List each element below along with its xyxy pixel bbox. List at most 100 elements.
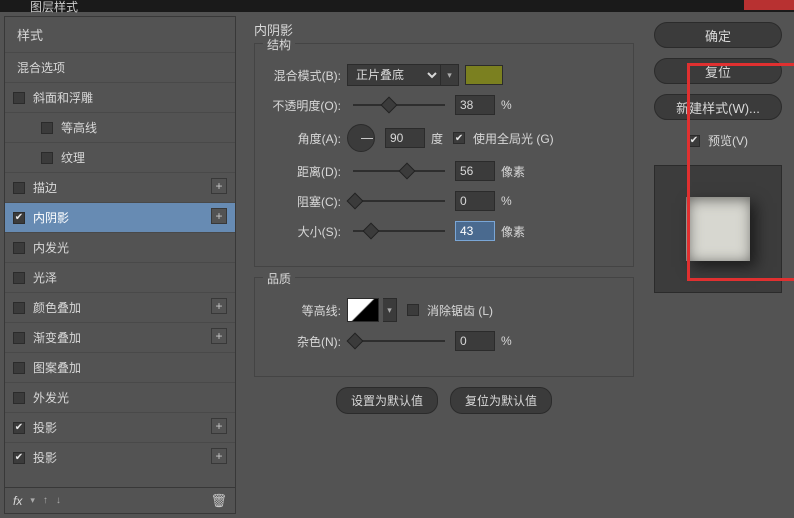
move-down-icon[interactable]: ↓ — [56, 495, 61, 506]
style-checkbox[interactable] — [13, 332, 25, 344]
sidebar-item-4[interactable]: 内阴影 + — [5, 202, 235, 232]
global-light-checkbox[interactable] — [453, 132, 465, 144]
sidebar-item-label: 颜色叠加 — [33, 299, 81, 316]
style-checkbox[interactable] — [13, 452, 25, 464]
choke-label: 阻塞(C): — [265, 193, 347, 210]
opacity-input[interactable] — [455, 95, 495, 115]
add-effect-icon[interactable]: + — [211, 298, 227, 314]
reset-default-button[interactable]: 复位为默认值 — [450, 387, 552, 414]
sidebar-item-6[interactable]: 光泽 — [5, 262, 235, 292]
style-checkbox[interactable] — [13, 302, 25, 314]
angle-label: 角度(A): — [265, 130, 347, 147]
sidebar-item-label: 外发光 — [33, 389, 69, 406]
sidebar-item-3[interactable]: 描边 + — [5, 172, 235, 202]
distance-unit: 像素 — [501, 163, 525, 180]
distance-slider[interactable] — [353, 170, 445, 172]
new-style-button[interactable]: 新建样式(W)... — [654, 94, 782, 120]
style-checkbox[interactable] — [13, 182, 25, 194]
style-checkbox[interactable] — [13, 392, 25, 404]
opacity-unit: % — [501, 98, 512, 112]
size-unit: 像素 — [501, 223, 525, 240]
add-effect-icon[interactable]: + — [211, 418, 227, 434]
sidebar-item-label: 渐变叠加 — [33, 329, 81, 346]
sidebar-item-label: 图案叠加 — [33, 359, 81, 376]
quality-group: 品质 等高线: ▾ 消除锯齿 (L) 杂色(N): % — [254, 277, 634, 377]
sidebar-item-9[interactable]: 图案叠加 — [5, 352, 235, 382]
sidebar-item-label: 描边 — [33, 179, 57, 196]
angle-unit: 度 — [431, 130, 443, 147]
panel-title: 内阴影 — [254, 20, 634, 39]
opacity-slider[interactable] — [353, 104, 445, 106]
sidebar-item-label: 内阴影 — [33, 209, 69, 226]
blend-mode-select[interactable]: 正片叠底 — [347, 64, 441, 86]
choke-input[interactable] — [455, 191, 495, 211]
sidebar-item-7[interactable]: 颜色叠加 + — [5, 292, 235, 322]
noise-label: 杂色(N): — [265, 333, 347, 350]
style-checkbox[interactable] — [13, 272, 25, 284]
styles-sidebar: 样式 混合选项 斜面和浮雕等高线纹理描边 + 内阴影 + 内发光光泽颜色叠加 + 渐变叠加 +… — [4, 16, 236, 514]
distance-input[interactable] — [455, 161, 495, 181]
sidebar-item-label: 斜面和浮雕 — [33, 89, 93, 106]
sidebar-item-5[interactable]: 内发光 — [5, 232, 235, 262]
size-input[interactable] — [455, 221, 495, 241]
close-icon[interactable] — [744, 0, 794, 10]
sidebar-item-label: 纹理 — [61, 149, 85, 166]
style-checkbox[interactable] — [13, 92, 25, 104]
sidebar-item-2[interactable]: 纹理 — [5, 142, 235, 172]
ok-button[interactable]: 确定 — [654, 22, 782, 48]
sidebar-footer: fx ▾ ↑ ↓ 🗑 — [5, 487, 235, 513]
style-checkbox[interactable] — [41, 122, 53, 134]
style-checkbox[interactable] — [13, 212, 25, 224]
sidebar-item-8[interactable]: 渐变叠加 + — [5, 322, 235, 352]
chevron-down-icon[interactable]: ▾ — [441, 64, 459, 86]
style-checkbox[interactable] — [13, 242, 25, 254]
quality-label: 品质 — [263, 270, 295, 287]
add-effect-icon[interactable]: + — [211, 178, 227, 194]
opacity-label: 不透明度(O): — [265, 97, 347, 114]
angle-input[interactable] — [385, 128, 425, 148]
contour-label: 等高线: — [265, 302, 347, 319]
contour-arrow-icon[interactable]: ▾ — [383, 298, 397, 322]
size-label: 大小(S): — [265, 223, 347, 240]
blend-options[interactable]: 混合选项 — [5, 52, 235, 82]
cancel-button[interactable]: 复位 — [654, 58, 782, 84]
noise-slider[interactable] — [353, 340, 445, 342]
add-effect-icon[interactable]: + — [211, 328, 227, 344]
noise-input[interactable] — [455, 331, 495, 351]
style-checkbox[interactable] — [13, 422, 25, 434]
sidebar-item-0[interactable]: 斜面和浮雕 — [5, 82, 235, 112]
noise-unit: % — [501, 334, 512, 348]
sidebar-item-1[interactable]: 等高线 — [5, 112, 235, 142]
make-default-button[interactable]: 设置为默认值 — [336, 387, 438, 414]
move-up-icon[interactable]: ↑ — [43, 495, 48, 506]
choke-slider[interactable] — [353, 200, 445, 202]
settings-panel: 内阴影 结构 混合模式(B): 正片叠底 ▾ 不透明度(O): % 角度(A): — [236, 12, 644, 518]
sidebar-heading: 样式 — [5, 17, 235, 52]
antialias-checkbox[interactable] — [407, 304, 419, 316]
trash-icon[interactable]: 🗑 — [210, 493, 227, 509]
right-column: 确定 复位 新建样式(W)... 预览(V) — [644, 12, 794, 518]
add-effect-icon[interactable]: + — [211, 448, 227, 464]
sidebar-item-label: 等高线 — [61, 119, 97, 136]
antialias-label: 消除锯齿 (L) — [427, 302, 493, 319]
sidebar-item-label: 投影 — [33, 449, 57, 466]
sidebar-item-11[interactable]: 投影+ — [5, 412, 235, 442]
style-checkbox[interactable] — [41, 152, 53, 164]
color-swatch[interactable] — [465, 65, 503, 85]
preview-swatch — [686, 197, 750, 261]
fx-dropdown-icon[interactable]: ▾ — [30, 495, 35, 506]
choke-unit: % — [501, 194, 512, 208]
titlebar: 图层样式 — [0, 0, 794, 12]
size-slider[interactable] — [353, 230, 445, 232]
fx-icon[interactable]: fx — [13, 494, 22, 508]
contour-swatch[interactable] — [347, 298, 379, 322]
distance-label: 距离(D): — [265, 163, 347, 180]
angle-dial[interactable] — [347, 124, 375, 152]
global-light-label: 使用全局光 (G) — [473, 130, 554, 147]
preview-checkbox[interactable] — [688, 135, 700, 147]
style-checkbox[interactable] — [13, 362, 25, 374]
add-effect-icon[interactable]: + — [211, 208, 227, 224]
sidebar-item-10[interactable]: 外发光 — [5, 382, 235, 412]
sidebar-item-12[interactable]: 投影 + — [5, 442, 235, 472]
structure-label: 结构 — [263, 36, 295, 53]
